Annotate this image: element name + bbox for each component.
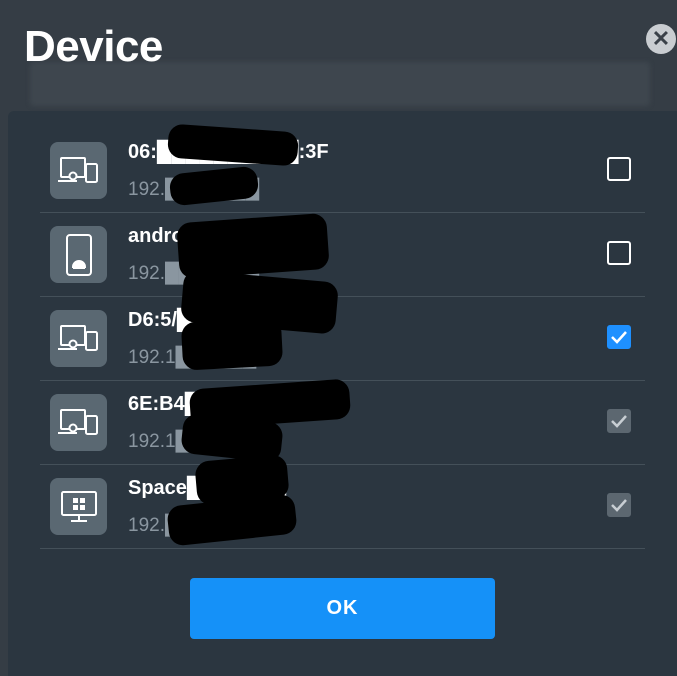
- redaction-mark: [180, 317, 284, 371]
- device-checkbox[interactable]: [607, 325, 631, 349]
- devices-icon: [50, 310, 107, 367]
- list-item[interactable]: D6:5/███████ 192.1██████: [40, 297, 645, 381]
- devices-icon: [50, 394, 107, 451]
- close-icon[interactable]: ✕: [646, 24, 676, 54]
- list-item[interactable]: 06:██████████:3F 192.███████: [40, 129, 645, 213]
- dialog-title: Device: [24, 22, 163, 71]
- device-list: 06:██████████:3F 192.███████ androi█████…: [40, 129, 645, 549]
- device-checkbox[interactable]: [607, 157, 631, 181]
- device-checkbox: [607, 409, 631, 433]
- redaction-mark: [176, 212, 330, 280]
- list-item[interactable]: androi███████ 192.███████: [40, 213, 645, 297]
- list-item[interactable]: Space███████ 192.███████: [40, 465, 645, 549]
- devices-icon: [50, 142, 107, 199]
- device-checkbox[interactable]: [607, 241, 631, 265]
- check-icon: [611, 331, 627, 344]
- device-checkbox: [607, 493, 631, 517]
- check-icon: [611, 499, 627, 512]
- android-phone-icon: [50, 226, 107, 283]
- check-icon: [611, 415, 627, 428]
- ok-button[interactable]: OK: [190, 578, 495, 639]
- windows-desktop-icon: [50, 478, 107, 535]
